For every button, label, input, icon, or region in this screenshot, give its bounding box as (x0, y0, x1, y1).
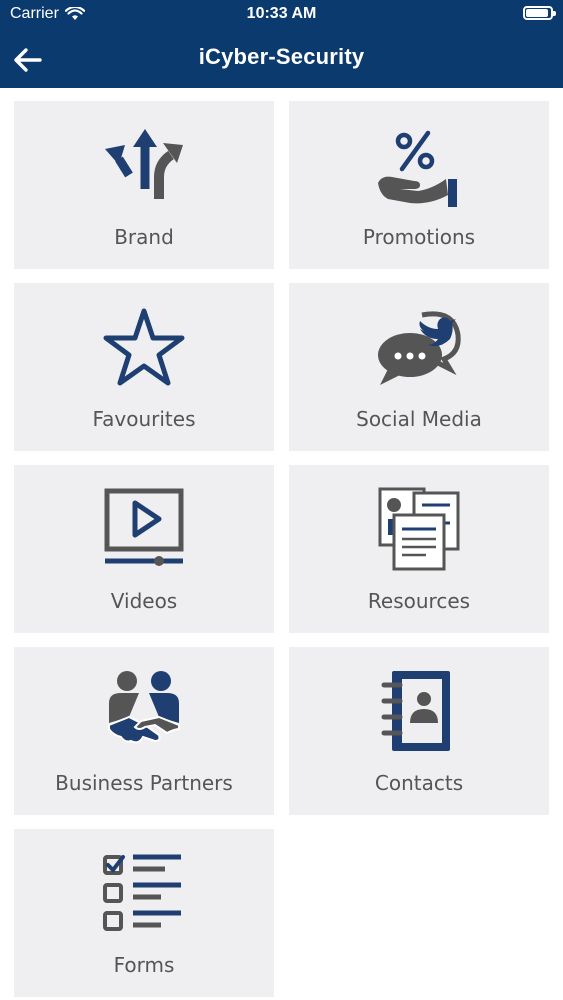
tile-social-media[interactable]: Social Media (289, 283, 549, 451)
tile-label: Brand (114, 225, 174, 249)
tile-label: Promotions (362, 225, 476, 249)
split-arrows-icon (105, 129, 183, 199)
top-bar: Carrier 10:33 AM iCyber-Security (0, 0, 563, 88)
tile-resources[interactable]: Resources (289, 465, 549, 633)
clock: 10:33 AM (246, 5, 317, 22)
tile-contacts[interactable]: Contacts (289, 647, 549, 815)
checklist-icon (103, 854, 181, 931)
address-book-icon (381, 671, 450, 751)
page-title: iCyber-Security (198, 44, 365, 69)
tile-videos[interactable]: Videos (14, 465, 274, 633)
tile-favourites[interactable]: Favourites (14, 283, 274, 451)
twitter-chat-icon (378, 311, 461, 385)
percent-hand-icon (378, 130, 457, 207)
tile-label: Social Media (356, 407, 482, 431)
tile-label: Contacts (374, 771, 464, 795)
documents-icon (378, 487, 460, 571)
tile-label: Forms (113, 953, 175, 977)
tile-label: Videos (110, 589, 178, 613)
star-icon (103, 308, 185, 386)
video-player-icon (104, 488, 184, 566)
tile-label: Resources (367, 589, 471, 613)
nav-bar: iCyber-Security (0, 30, 563, 88)
battery-icon (523, 6, 556, 20)
tile-label: Business Partners (55, 771, 233, 795)
tile-forms[interactable]: Forms (14, 829, 274, 997)
tile-promotions[interactable]: Promotions (289, 101, 549, 269)
tile-business-partners[interactable]: Business Partners (14, 647, 274, 815)
tile-label: Favourites (92, 407, 196, 431)
status-bar: Carrier 10:33 AM (0, 0, 563, 30)
handshake-icon (108, 671, 180, 744)
tile-brand[interactable]: Brand (14, 101, 274, 269)
